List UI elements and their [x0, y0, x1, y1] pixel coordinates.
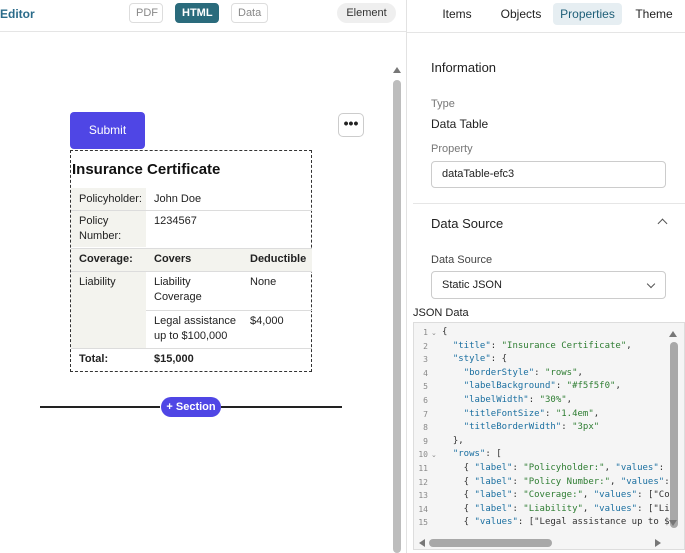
json-vertical-scrollbar[interactable] — [670, 342, 678, 528]
line-number: 11 — [418, 464, 428, 473]
more-options-button[interactable]: ••• — [338, 113, 364, 137]
editor-pane: Editor PDF HTML Data Element Submit ••• … — [0, 0, 406, 553]
data-table[interactable]: Insurance Certificate Policyholder: John… — [70, 150, 312, 372]
json-horizontal-scrollbar[interactable] — [429, 539, 552, 547]
line-number: 6 — [423, 396, 428, 405]
line-number: 15 — [418, 518, 428, 528]
code-line[interactable]: "rows": [ — [442, 449, 502, 459]
properties-panel: Items Objects Properties Theme Informati… — [407, 0, 685, 553]
scroll-up-arrow-icon[interactable] — [393, 67, 401, 73]
code-line[interactable]: "labelWidth": "30%", — [442, 395, 572, 405]
type-label: Type — [431, 98, 455, 110]
line-number: 7 — [423, 409, 428, 419]
policy-number-label: Policy Number: — [79, 215, 122, 242]
json-data-label: JSON Data — [413, 307, 469, 319]
code-line[interactable]: "borderStyle": "rows", — [442, 368, 583, 378]
liability-label: Liability — [79, 276, 116, 288]
line-number: 2 — [423, 341, 428, 351]
code-line[interactable]: { "label": "Policyholder:", "values": — [442, 463, 665, 473]
code-line[interactable]: { "label": "Policy Number:", "values": — [442, 477, 670, 487]
line-number: 14 — [418, 504, 428, 514]
line-number: 8 — [423, 423, 428, 433]
legal-deductible: $4,000 — [250, 315, 284, 327]
row-divider — [146, 310, 312, 311]
add-section-button[interactable]: + Section — [161, 397, 221, 417]
table-title: Insurance Certificate — [72, 161, 221, 178]
policyholder-value: John Doe — [154, 193, 202, 205]
line-number: 10 — [418, 450, 428, 460]
code-line[interactable]: { "label": "Liability", "values": ["Li — [442, 504, 670, 514]
covers-header: Covers — [154, 253, 192, 265]
fold-icon[interactable]: ⌄ — [431, 329, 437, 337]
type-value: Data Table — [431, 117, 489, 131]
line-number: 3 — [423, 355, 428, 365]
code-line[interactable]: }, — [442, 436, 464, 446]
tab-items[interactable]: Items — [433, 3, 481, 25]
editor-toolbar: Editor PDF HTML Data Element — [0, 0, 406, 32]
row-divider — [71, 248, 312, 249]
scroll-down-arrow-icon[interactable] — [669, 520, 677, 526]
datasource-label: Data Source — [431, 254, 493, 266]
code-line[interactable]: "style": { — [442, 354, 507, 364]
tab-properties[interactable]: Properties — [553, 3, 622, 25]
line-number: 5 — [423, 382, 428, 392]
code-line[interactable]: "labelBackground": "#f5f5f0", — [442, 381, 621, 391]
liability-deductible: None — [250, 276, 277, 288]
row-divider — [71, 210, 312, 211]
tabs-divider — [407, 32, 685, 33]
html-view-button[interactable]: HTML — [175, 3, 219, 23]
legal-cover: Legal assistance up to $100,000 — [154, 315, 236, 342]
deductible-header: Deductible — [250, 253, 307, 265]
property-label: Property — [431, 143, 473, 155]
code-line[interactable]: { "values": ["Legal assistance up to $ — [442, 517, 670, 527]
scroll-right-arrow-icon[interactable] — [655, 539, 661, 547]
section-divider-right — [221, 406, 342, 408]
datasource-header[interactable]: Data Source — [431, 216, 503, 231]
scroll-up-arrow-icon[interactable] — [669, 331, 677, 337]
liability-cover: Liability Coverage — [154, 276, 202, 303]
row-divider — [71, 348, 312, 349]
fold-icon[interactable]: ⌄ — [431, 451, 437, 459]
property-input[interactable]: dataTable-efc3 — [431, 161, 666, 188]
tab-theme[interactable]: Theme — [631, 3, 677, 25]
policyholder-label: Policyholder: — [79, 193, 142, 205]
line-number: 13 — [418, 491, 428, 501]
code-line[interactable]: { "label": "Coverage:", "values": ["Co — [442, 490, 670, 500]
section-separator — [413, 203, 685, 204]
line-number: 4 — [423, 368, 428, 378]
scroll-left-arrow-icon[interactable] — [419, 539, 425, 547]
data-view-button[interactable]: Data — [231, 3, 268, 23]
datasource-select[interactable]: Static JSON — [431, 271, 666, 299]
total-label: Total: — [79, 353, 109, 365]
line-number: 12 — [418, 477, 428, 487]
code-line[interactable]: "titleFontSize": "1.4em", — [442, 409, 599, 419]
code-line[interactable]: "title": "Insurance Certificate", — [442, 341, 632, 351]
policy-number-value: 1234567 — [154, 215, 197, 227]
section-divider-left — [40, 406, 160, 408]
row-divider — [71, 271, 312, 272]
canvas-scrollbar[interactable] — [393, 80, 401, 553]
total-value: $15,000 — [154, 353, 194, 365]
submit-button[interactable]: Submit — [70, 112, 145, 149]
coverage-label: Coverage: — [79, 253, 133, 265]
editor-title: Editor — [0, 7, 35, 21]
information-header: Information — [431, 60, 497, 75]
json-editor[interactable]: 1 ⌄{2 "title": "Insurance Certificate", 3 … — [413, 322, 685, 550]
chevron-up-icon[interactable] — [657, 218, 668, 229]
pdf-view-button[interactable]: PDF — [129, 3, 163, 23]
line-number: 1 — [423, 328, 428, 337]
line-number: 9 — [423, 436, 428, 446]
tab-objects[interactable]: Objects — [495, 3, 547, 25]
code-line[interactable]: { — [442, 327, 447, 337]
code-line[interactable]: "titleBorderWidth": "3px" — [442, 422, 599, 432]
element-button[interactable]: Element — [337, 3, 396, 23]
